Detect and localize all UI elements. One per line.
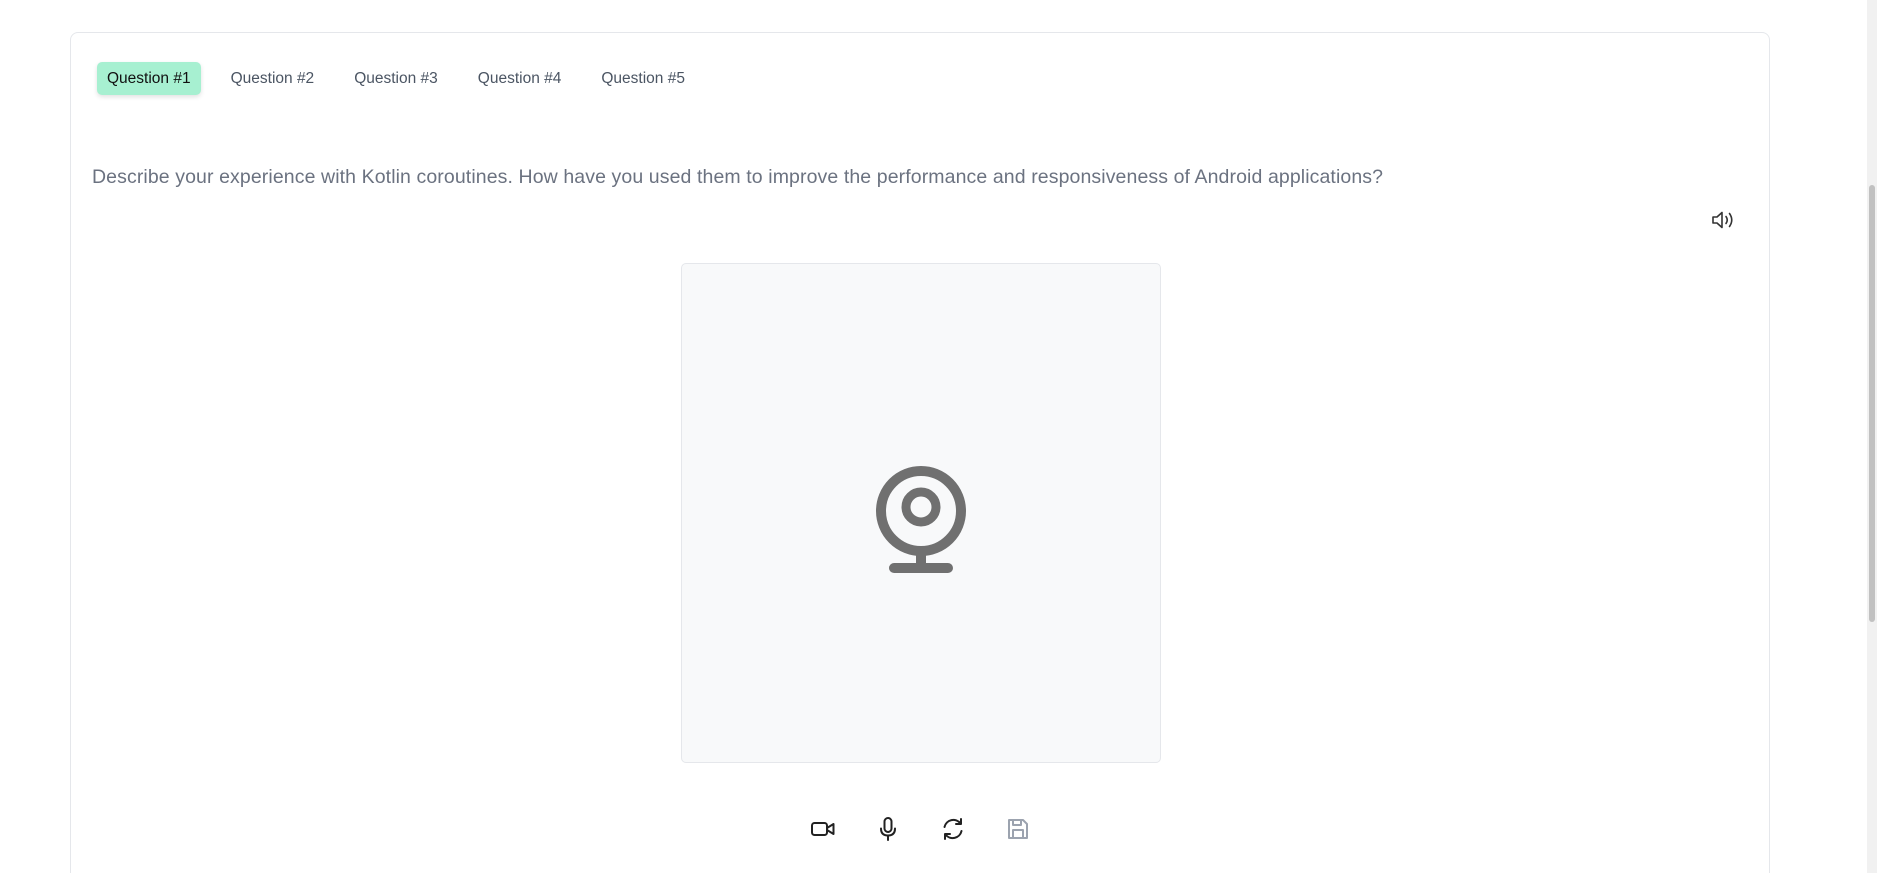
page: Question #1 Question #2 Question #3 Ques… [0, 0, 1877, 873]
video-camera-icon [811, 822, 835, 836]
tab-question-2[interactable]: Question #2 [221, 62, 325, 95]
toggle-camera-button[interactable] [807, 813, 839, 845]
question-tabs: Question #1 Question #2 Question #3 Ques… [97, 62, 715, 95]
video-preview [681, 263, 1161, 763]
page-scrollbar[interactable] [1867, 0, 1877, 873]
question-text: Describe your experience with Kotlin cor… [92, 166, 1384, 188]
interview-card: Question #1 Question #2 Question #3 Ques… [70, 32, 1770, 873]
microphone-icon [880, 817, 896, 841]
save-button[interactable] [1002, 813, 1034, 845]
save-icon [1008, 819, 1028, 839]
webcam-icon [876, 466, 966, 573]
retake-button[interactable] [937, 813, 969, 845]
tab-question-3[interactable]: Question #3 [344, 62, 448, 95]
recording-controls [807, 813, 1067, 845]
tab-question-1[interactable]: Question #1 [97, 62, 201, 95]
refresh-icon [943, 818, 963, 840]
scrollbar-thumb[interactable] [1869, 185, 1875, 622]
toggle-microphone-button[interactable] [872, 813, 904, 845]
read-aloud-button[interactable] [1709, 205, 1739, 235]
tab-question-4[interactable]: Question #4 [468, 62, 572, 95]
speaker-icon [1712, 211, 1733, 229]
tab-question-5[interactable]: Question #5 [591, 62, 695, 95]
